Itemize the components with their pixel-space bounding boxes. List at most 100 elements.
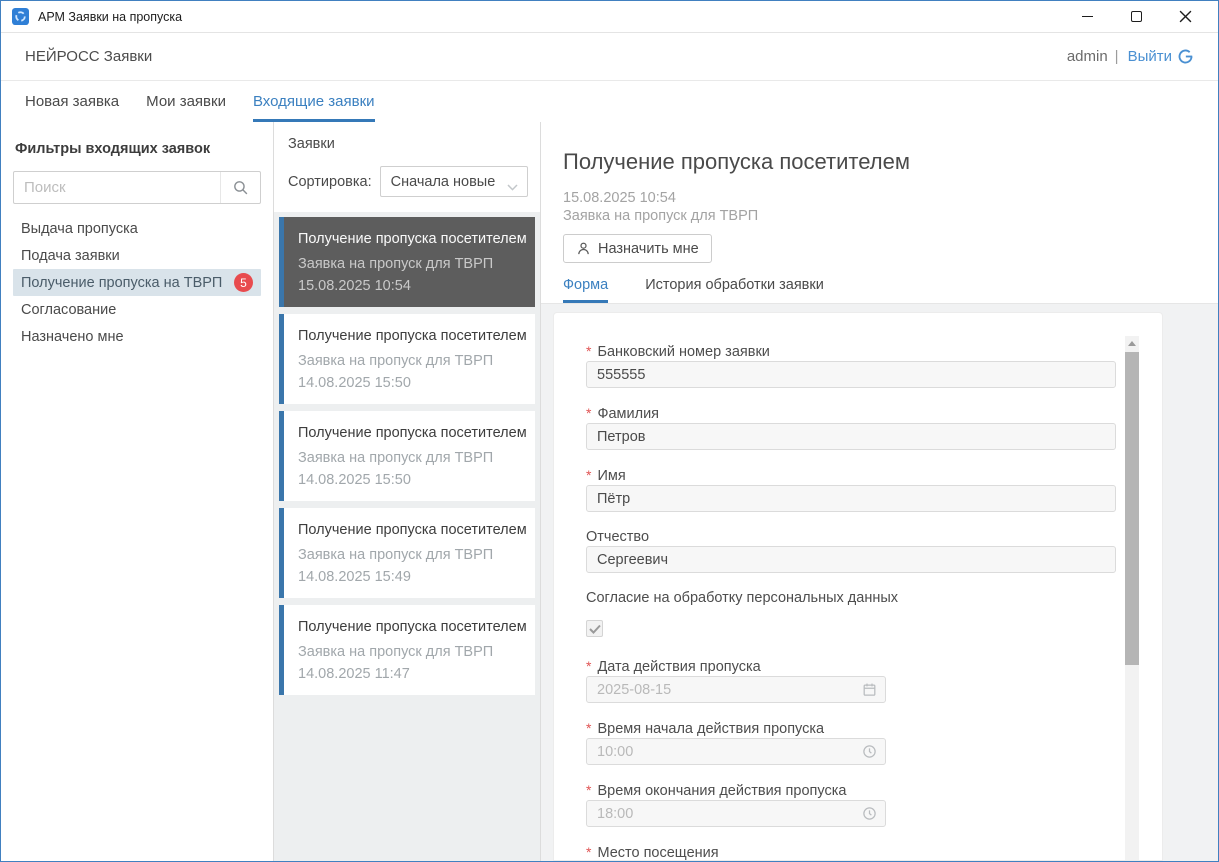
field-input-wrap bbox=[586, 676, 886, 703]
form-scrollbar bbox=[1125, 336, 1139, 860]
close-button[interactable] bbox=[1174, 6, 1196, 28]
detail-header: Получение пропуска посетителем 15.08.202… bbox=[541, 122, 1218, 304]
request-card-date: 14.08.2025 15:50 bbox=[298, 472, 525, 489]
field-label: *Фамилия bbox=[586, 405, 1162, 423]
user-area: admin | Выйти bbox=[1067, 48, 1194, 65]
chevron-down-icon bbox=[507, 179, 518, 195]
filter-item-label: Согласование bbox=[21, 302, 253, 318]
text-input[interactable] bbox=[586, 485, 1116, 512]
filter-item[interactable]: Получение пропуска на ТВРП 5 bbox=[13, 269, 261, 296]
filter-item[interactable]: Подача заявки bbox=[13, 242, 261, 269]
request-card-title: Получение пропуска посетителем bbox=[298, 618, 525, 636]
logout-icon bbox=[1177, 48, 1194, 65]
field-label: *Банковский номер заявки bbox=[586, 343, 1162, 361]
field-label-text: Время начала действия пропуска bbox=[597, 721, 824, 738]
field-input-wrap bbox=[586, 423, 1116, 450]
username: admin bbox=[1067, 48, 1108, 65]
form-fields: *Банковский номер заявки*Фамилия*ИмяОтче… bbox=[586, 343, 1162, 861]
field-input-wrap bbox=[586, 546, 1116, 573]
field-input-wrap bbox=[586, 800, 886, 827]
request-card[interactable]: Получение пропуска посетителемЗаявка на … bbox=[279, 217, 535, 307]
maximize-button[interactable] bbox=[1125, 6, 1147, 28]
field-input-wrap bbox=[586, 485, 1116, 512]
app-window: АРМ Заявки на пропуска НЕЙРОСС Заявки ad… bbox=[0, 0, 1219, 862]
field-label-text: Отчество bbox=[586, 529, 649, 546]
required-marker: * bbox=[586, 782, 591, 799]
window-controls bbox=[1076, 6, 1208, 28]
required-marker: * bbox=[586, 405, 591, 422]
content: Фильтры входящих заявок Выдача пропуска П… bbox=[1, 122, 1218, 861]
request-card-title: Получение пропуска посетителем bbox=[298, 424, 525, 442]
search-icon bbox=[232, 179, 249, 196]
filters-title: Фильтры входящих заявок bbox=[15, 141, 261, 157]
text-input[interactable] bbox=[586, 361, 1116, 388]
request-card-title: Получение пропуска посетителем bbox=[298, 521, 525, 539]
date-input bbox=[586, 676, 886, 703]
filter-item-label: Выдача пропуска bbox=[21, 221, 253, 237]
requests-column: Заявки Сортировка: Сначала новые Получен… bbox=[274, 122, 541, 861]
maximize-icon bbox=[1131, 11, 1142, 22]
scroll-up-button[interactable] bbox=[1125, 336, 1139, 350]
request-card-title: Получение пропуска посетителем bbox=[298, 230, 525, 248]
minimize-button[interactable] bbox=[1076, 6, 1098, 28]
window-title: АРМ Заявки на пропуска bbox=[38, 10, 182, 24]
main-tab-bar: Новая заявка Мои заявки Входящие заявки bbox=[1, 81, 1218, 122]
checkbox-block bbox=[586, 620, 1162, 637]
request-card[interactable]: Получение пропуска посетителемЗаявка на … bbox=[279, 411, 535, 501]
sort-value: Сначала новые bbox=[391, 174, 496, 190]
request-card-title: Получение пропуска посетителем bbox=[298, 327, 525, 345]
filters-sidebar: Фильтры входящих заявок Выдача пропуска П… bbox=[1, 122, 274, 861]
required-marker: * bbox=[586, 658, 591, 675]
text-input[interactable] bbox=[586, 546, 1116, 573]
request-card-subtitle: Заявка на пропуск для ТВРП bbox=[298, 353, 525, 370]
filter-badge: 5 bbox=[234, 273, 253, 292]
field-label: * Дата действия пропуска bbox=[586, 658, 1162, 676]
minimize-icon bbox=[1082, 16, 1093, 17]
field-label-text: Имя bbox=[597, 468, 625, 485]
field-label: *Время начала действия пропуска bbox=[586, 720, 1162, 738]
main-tab-3[interactable]: Входящие заявки bbox=[253, 81, 375, 122]
search-box bbox=[13, 171, 261, 204]
field-label: Отчество bbox=[586, 529, 1162, 546]
consent-checkbox[interactable] bbox=[586, 620, 603, 637]
brand-title: НЕЙРОСС Заявки bbox=[25, 48, 152, 65]
assign-to-me-button[interactable]: Назначить мне bbox=[563, 234, 712, 263]
sort-select[interactable]: Сначала новые bbox=[380, 166, 528, 197]
filter-item[interactable]: Выдача пропуска bbox=[13, 215, 261, 242]
requests-title: Заявки bbox=[288, 136, 528, 152]
detail-tab-1[interactable]: Форма bbox=[563, 277, 608, 303]
text-input[interactable] bbox=[586, 423, 1116, 450]
app-icon bbox=[12, 8, 29, 25]
filter-item-label: Получение пропуска на ТВРП bbox=[21, 275, 226, 291]
request-card[interactable]: Получение пропуска посетителем Заявка на … bbox=[279, 314, 535, 404]
request-card[interactable]: Получение пропуска посетителемЗаявка на … bbox=[279, 508, 535, 598]
detail-date: 15.08.2025 10:54 bbox=[563, 189, 1194, 207]
form-card: *Банковский номер заявки*Фамилия*ИмяОтче… bbox=[553, 312, 1163, 861]
search-button[interactable] bbox=[220, 172, 260, 203]
field-label: *Время окончания действия пропуска bbox=[586, 782, 1162, 800]
filter-item[interactable]: Назначено мне bbox=[13, 323, 261, 350]
field-input-wrap bbox=[586, 738, 886, 765]
detail-panel: Получение пропуска посетителем 15.08.202… bbox=[541, 122, 1218, 861]
detail-subtitle: Заявка на пропуск для ТВРП bbox=[563, 207, 1194, 225]
scrollbar-thumb[interactable] bbox=[1125, 352, 1139, 665]
field-label-text: Дата действия пропуска bbox=[597, 659, 760, 676]
separator: | bbox=[1115, 48, 1119, 65]
requests-header: Заявки Сортировка: Сначала новые bbox=[274, 122, 540, 212]
request-card[interactable]: Получение пропуска посетителемЗаявка на … bbox=[279, 605, 535, 695]
field-label-text: Банковский номер заявки bbox=[597, 344, 769, 361]
filter-item-label: Назначено мне bbox=[21, 329, 253, 345]
logout-link[interactable]: Выйти bbox=[1128, 48, 1194, 65]
detail-tab-2[interactable]: История обработки заявки bbox=[645, 277, 824, 303]
main-tab-2[interactable]: Мои заявки bbox=[146, 81, 226, 122]
search-input[interactable] bbox=[14, 172, 220, 203]
request-card-date: 14.08.2025 11:47 bbox=[298, 666, 525, 683]
filter-list: Выдача пропуска Подача заявки Получение пр… bbox=[13, 215, 261, 350]
main-tab-1[interactable]: Новая заявка bbox=[25, 81, 119, 122]
field-input-wrap bbox=[586, 361, 1116, 388]
filter-item[interactable]: Согласование bbox=[13, 296, 261, 323]
filter-item-label: Подача заявки bbox=[21, 248, 253, 264]
form-section: *Банковский номер заявки*Фамилия*ИмяОтче… bbox=[541, 304, 1218, 861]
time-input bbox=[586, 738, 886, 765]
required-marker: * bbox=[586, 844, 591, 861]
